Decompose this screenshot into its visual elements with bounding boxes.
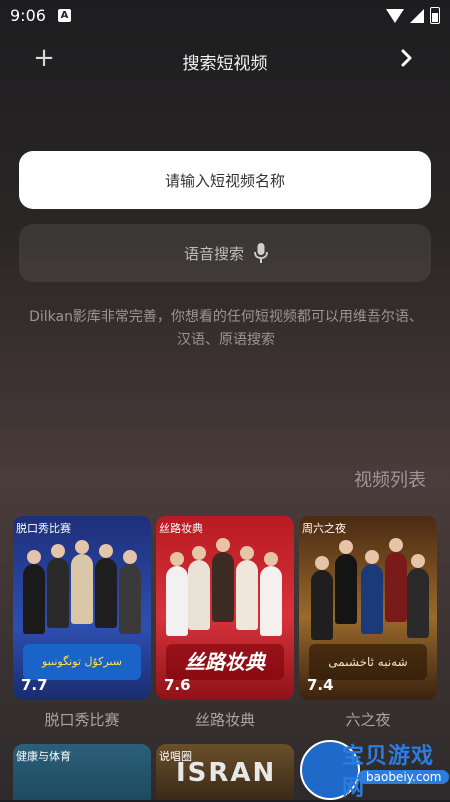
video-banner: شەنبە ئاخشىمى (309, 644, 427, 680)
video-tag: 周六之夜 (302, 522, 346, 535)
search-input[interactable]: 请输入短视频名称 (19, 151, 431, 209)
video-card[interactable]: 丝路妆典 丝路妆典 7.6 (156, 516, 294, 700)
wifi-icon (386, 8, 404, 23)
video-card[interactable]: ISRAN 说唱圈 (156, 744, 294, 800)
header: + 搜索短视频 (0, 40, 450, 80)
video-caption: 六之夜 (345, 711, 391, 729)
voice-search-label: 语音搜索 (183, 244, 244, 263)
cast-figures (299, 538, 437, 644)
status-time: 9:06 (10, 6, 46, 25)
chevron-right-icon[interactable] (398, 46, 416, 70)
page-title: 搜索短视频 (182, 54, 268, 74)
video-caption: 脱口秀比赛 (44, 711, 120, 729)
video-rating: 7.4 (307, 676, 334, 694)
section-title: 视频列表 (354, 470, 426, 491)
video-card[interactable]: 健康与体育 (13, 744, 151, 800)
signal-icon (410, 8, 424, 23)
video-tag: 脱口秀比赛 (16, 522, 71, 535)
cast-figures (156, 538, 294, 644)
video-thumbnail: سىركۇل تونگونىبو موسابىقىسى (13, 516, 151, 700)
video-thumbnail: شەنبە ئاخشىمى (299, 516, 437, 700)
notification-badge-icon: A (58, 9, 71, 22)
video-rating: 7.6 (164, 676, 191, 694)
search-placeholder: 请输入短视频名称 (164, 171, 285, 190)
description-text: Dilkan影库非常完善，你想看的任何短视频都可以用维吾尔语、汉语、原语搜索 (29, 309, 423, 348)
microphone-icon (254, 243, 268, 263)
status-bar: 9:06 A (0, 0, 450, 32)
video-tag: 丝路妆典 (159, 522, 203, 535)
video-thumbnail: 丝路妆典 (156, 516, 294, 700)
video-tag: 说唱圈 (159, 750, 192, 763)
battery-icon (430, 7, 440, 24)
video-banner: سىركۇل تونگونىبو موسابىقىسى (23, 644, 141, 680)
status-icons (386, 7, 440, 24)
video-card[interactable]: سىركۇل تونگونىبو موسابىقىسى 脱口秀比赛 7.7 (13, 516, 151, 700)
watermark-url: baobeiy.com (358, 770, 450, 784)
video-card[interactable]: شەنبە ئاخشىمى 周六之夜 7.4 (299, 516, 437, 700)
video-caption: 丝路妆典 (194, 711, 255, 729)
watermark-logo: 宝贝游戏网 baobeiy.com (300, 734, 450, 801)
video-rating: 7.7 (21, 676, 48, 694)
voice-search-button[interactable]: 语音搜索 (19, 224, 431, 282)
video-tag: 健康与体育 (16, 750, 71, 763)
cast-figures (13, 540, 151, 644)
video-banner: 丝路妆典 (166, 644, 284, 680)
